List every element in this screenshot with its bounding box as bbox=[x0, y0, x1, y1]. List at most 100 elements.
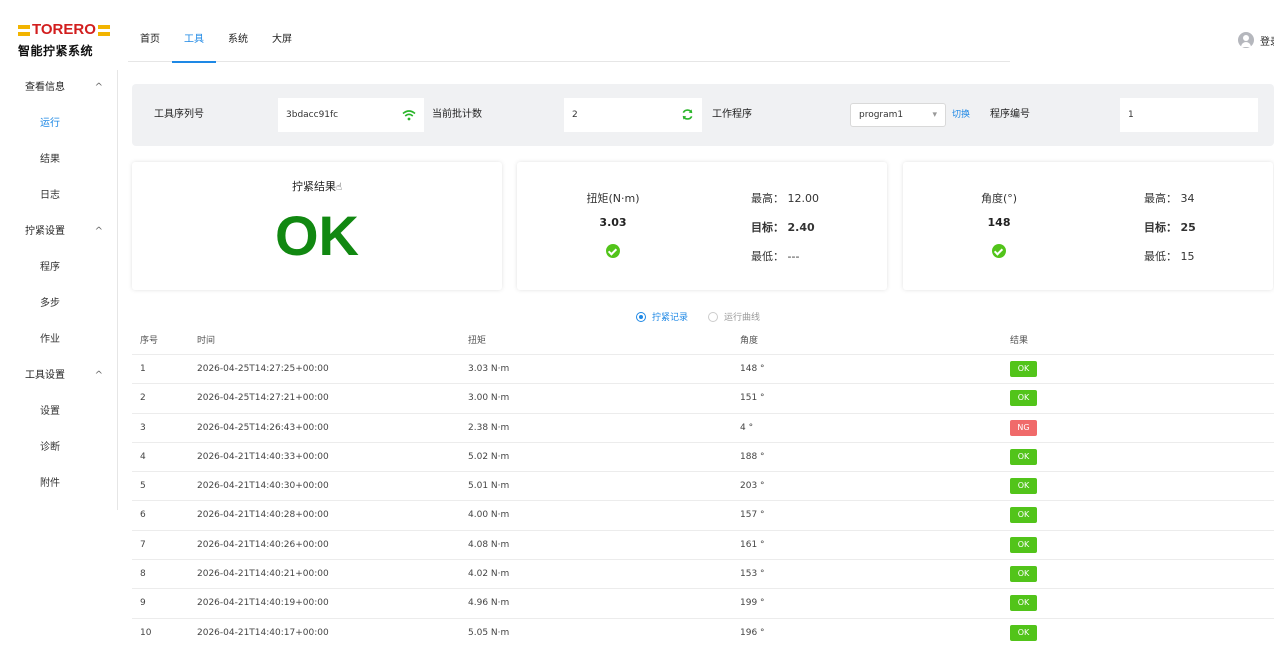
result-badge: OK bbox=[1010, 507, 1037, 524]
sidebar-item-settings[interactable]: 设置 bbox=[0, 394, 117, 430]
result-badge: NG bbox=[1010, 419, 1037, 436]
cell-result: OK bbox=[1010, 589, 1037, 618]
radio-label[interactable]: 拧紧记录 bbox=[652, 310, 688, 323]
cell-angle: 4 ° bbox=[740, 422, 754, 433]
check-circle-icon bbox=[992, 244, 1006, 258]
sidebar-item-accessories[interactable]: 附件 bbox=[0, 466, 117, 502]
header-index: 序号 bbox=[140, 336, 159, 346]
cell-time: 2026-04-21T14:40:26+00:00 bbox=[197, 539, 329, 550]
table-row[interactable]: 9 2026-04-21T14:40:19+00:00 4.96 N·m 199 ° O… bbox=[132, 589, 1274, 619]
cell-result: OK bbox=[1010, 619, 1037, 646]
sidebar-item-program[interactable]: 程序 bbox=[0, 250, 117, 286]
login-label[interactable]: 登录 bbox=[1260, 33, 1274, 48]
tool-info-bar: 工具序列号 3bdacc91fc 当前批计数 2 工作程序 program1 ▾… bbox=[132, 84, 1274, 146]
table-row[interactable]: 1 2026-04-25T14:27:25+00:00 3.03 N·m 148 ° O… bbox=[132, 355, 1274, 385]
cell-time: 2026-04-21T14:40:30+00:00 bbox=[197, 481, 329, 492]
program-number-value: 1 bbox=[1128, 110, 1134, 120]
cell-index: 9 bbox=[140, 598, 146, 609]
torque-card: 扭矩(N·m) 3.03 最高： 12.00 目标： 2.40 最低： --- bbox=[517, 162, 887, 290]
cell-index: 1 bbox=[140, 364, 146, 374]
table-row[interactable]: 8 2026-04-21T14:40:21+00:00 4.02 N·m 153 ° O… bbox=[132, 560, 1274, 590]
refresh-icon[interactable] bbox=[681, 108, 694, 121]
cell-torque: 4.02 N·m bbox=[468, 569, 510, 580]
brand-bars-icon bbox=[18, 24, 30, 36]
angle-max-label: 最高： bbox=[1144, 192, 1177, 205]
torque-min-label: 最低： bbox=[751, 250, 784, 263]
result-badge: OK bbox=[1010, 390, 1037, 407]
cell-result: OK bbox=[1010, 531, 1037, 560]
angle-card: 角度(°) 148 最高： 34 目标： 25 最低： 15 bbox=[903, 162, 1273, 290]
tab-home[interactable]: 首页 bbox=[128, 22, 172, 62]
table-row[interactable]: 5 2026-04-21T14:40:30+00:00 5.01 N·m 203 ° O… bbox=[132, 472, 1274, 502]
result-badge: OK bbox=[1010, 624, 1037, 641]
table-header: 序号 时间 扭矩 角度 结果 bbox=[132, 327, 1274, 355]
records-table: 序号 时间 扭矩 角度 结果 1 2026-04-25T14:27:25+00:0… bbox=[132, 327, 1274, 646]
radio-tightening-records[interactable]: 拧紧记录 bbox=[636, 310, 688, 323]
cell-result: OK bbox=[1010, 501, 1037, 530]
result-badge: OK bbox=[1010, 566, 1037, 583]
cell-torque: 4.08 N·m bbox=[468, 539, 510, 550]
cell-index: 8 bbox=[140, 569, 146, 580]
table-row[interactable]: 6 2026-04-21T14:40:28+00:00 4.00 N·m 157 ° O… bbox=[132, 501, 1274, 531]
table-body: 1 2026-04-25T14:27:25+00:00 3.03 N·m 148 ° O… bbox=[132, 355, 1274, 646]
angle-target-value: 25 bbox=[1180, 221, 1196, 234]
sidebar-group-view-info[interactable]: 查看信息 ^ bbox=[0, 70, 117, 106]
sidebar-item-results[interactable]: 结果 bbox=[0, 142, 117, 178]
wifi-icon bbox=[402, 110, 416, 121]
cell-index: 4 bbox=[140, 451, 146, 462]
cell-torque: 4.00 N·m bbox=[468, 510, 510, 521]
user-login[interactable]: 登录 bbox=[1238, 32, 1274, 48]
program-number-field: 1 bbox=[1120, 98, 1258, 132]
hand-pointer-icon: ☝ bbox=[335, 182, 343, 193]
table-row[interactable]: 10 2026-04-21T14:40:17+00:00 5.05 N·m 196 °… bbox=[132, 619, 1274, 646]
angle-min-label: 最低： bbox=[1144, 250, 1177, 263]
batch-count-label: 当前批计数 bbox=[432, 109, 482, 120]
table-row[interactable]: 7 2026-04-21T14:40:26+00:00 4.08 N·m 161 ° O… bbox=[132, 531, 1274, 561]
angle-target-label: 目标： bbox=[1144, 221, 1177, 234]
tab-tools[interactable]: 工具 bbox=[172, 22, 216, 63]
torque-value: 3.03 bbox=[599, 216, 627, 229]
result-badge: OK bbox=[1010, 448, 1037, 465]
cell-time: 2026-04-21T14:40:19+00:00 bbox=[197, 598, 329, 609]
program-number-label: 程序编号 bbox=[990, 109, 1030, 120]
angle-label: 角度(°) bbox=[980, 192, 1018, 205]
switch-program-link[interactable]: 切换 bbox=[952, 98, 970, 132]
cell-angle: 199 ° bbox=[740, 598, 765, 609]
sidebar-item-multistep[interactable]: 多步 bbox=[0, 286, 117, 322]
cell-index: 2 bbox=[140, 393, 146, 404]
table-row[interactable]: 4 2026-04-21T14:40:33+00:00 5.02 N·m 188 ° O… bbox=[132, 443, 1274, 473]
sidebar-item-diagnostics[interactable]: 诊断 bbox=[0, 430, 117, 466]
cell-angle: 188 ° bbox=[740, 451, 765, 462]
torque-label: 扭矩(N·m) bbox=[586, 192, 640, 205]
brand-bars-icon bbox=[97, 24, 110, 36]
torque-target-value: 2.40 bbox=[787, 221, 815, 234]
user-avatar-icon[interactable] bbox=[1238, 32, 1254, 48]
cell-result: OK bbox=[1010, 443, 1037, 472]
app-subtitle: 智能拧紧系统 bbox=[18, 44, 94, 58]
tab-system[interactable]: 系统 bbox=[216, 22, 260, 62]
table-row[interactable]: 2 2026-04-25T14:27:21+00:00 3.00 N·m 151 ° O… bbox=[132, 384, 1274, 414]
sidebar-item-job[interactable]: 作业 bbox=[0, 322, 117, 358]
sidebar-item-log[interactable]: 日志 bbox=[0, 178, 117, 214]
result-status: OK bbox=[275, 204, 359, 267]
program-select-value: program1 bbox=[859, 110, 904, 120]
torque-max-label: 最高： bbox=[751, 192, 784, 205]
cell-torque: 5.05 N·m bbox=[468, 627, 510, 638]
sidebar-group-tightening-settings[interactable]: 拧紧设置 ^ bbox=[0, 214, 117, 250]
program-select[interactable]: program1 ▾ bbox=[850, 103, 946, 127]
check-circle-icon bbox=[606, 244, 620, 258]
serial-label: 工具序列号 bbox=[154, 109, 204, 120]
cell-index: 3 bbox=[140, 422, 146, 433]
cell-angle: 157 ° bbox=[740, 510, 765, 521]
radio-checked-icon[interactable] bbox=[636, 311, 646, 322]
sidebar-group-tool-settings[interactable]: 工具设置 ^ bbox=[0, 358, 117, 394]
radio-label[interactable]: 运行曲线 bbox=[724, 310, 760, 323]
brand-name: TORERO bbox=[32, 21, 96, 38]
sidebar-item-run[interactable]: 运行 bbox=[0, 106, 117, 142]
radio-running-curve[interactable]: 运行曲线 bbox=[708, 310, 760, 323]
tab-bigscreen[interactable]: 大屏 bbox=[260, 22, 304, 62]
radio-unchecked-icon[interactable] bbox=[708, 311, 719, 322]
app-root: TORERO 智能拧紧系统 首页 工具 系统 大屏 登录 查看信息 ^ 运行 结… bbox=[0, 0, 1274, 646]
serial-field: 3bdacc91fc bbox=[278, 98, 424, 132]
table-row[interactable]: 3 2026-04-25T14:26:43+00:00 2.38 N·m 4 ° NG bbox=[132, 414, 1274, 443]
